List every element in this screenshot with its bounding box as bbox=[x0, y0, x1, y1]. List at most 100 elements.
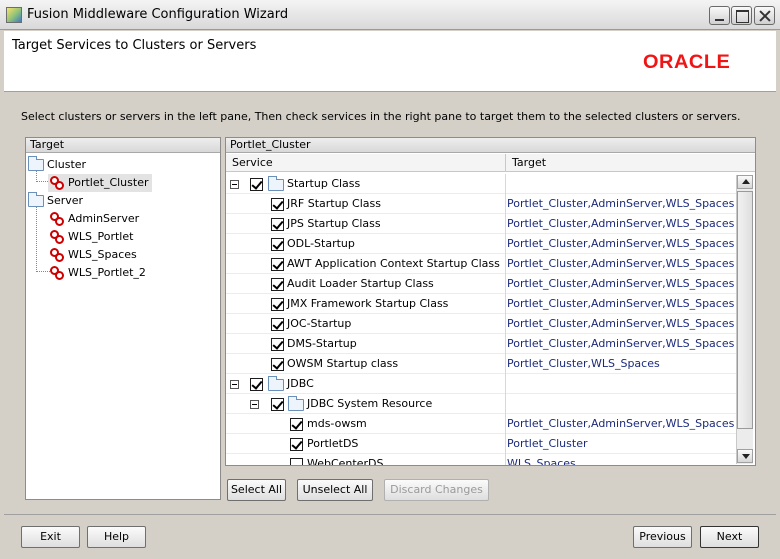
service-name: Audit Loader Startup Class bbox=[287, 277, 434, 290]
footer-divider bbox=[4, 514, 776, 515]
row-checkbox[interactable] bbox=[290, 438, 303, 451]
tree-node-wls-portlet-2[interactable]: WLS_Portlet_2 bbox=[48, 264, 198, 282]
tree-node-label: WLS_Spaces bbox=[68, 248, 137, 261]
column-header-target[interactable]: Target bbox=[506, 154, 737, 172]
oracle-logo: ORACLE bbox=[643, 52, 731, 73]
collapse-icon[interactable] bbox=[250, 400, 259, 409]
service-target: WLS_Spaces bbox=[507, 457, 576, 465]
service-target: Portlet_Cluster,AdminServer,WLS_Spaces bbox=[507, 417, 735, 430]
service-name: JMX Framework Startup Class bbox=[287, 297, 449, 310]
select-all-button[interactable]: Select All bbox=[227, 479, 286, 501]
exit-button[interactable]: Exit bbox=[21, 526, 80, 548]
table-row: JPS Startup Class Portlet_Cluster,AdminS… bbox=[226, 214, 737, 234]
service-name: WebCenterDS bbox=[307, 457, 384, 465]
service-target: Portlet_Cluster,AdminServer,WLS_Spaces bbox=[507, 197, 735, 210]
tree-node-server[interactable]: Server bbox=[28, 192, 218, 210]
service-target: Portlet_Cluster,AdminServer,WLS_Spaces bbox=[507, 337, 735, 350]
folder-icon bbox=[28, 156, 44, 171]
row-checkbox[interactable] bbox=[271, 398, 284, 411]
window-title: Fusion Middleware Configuration Wizard bbox=[27, 7, 289, 22]
tree-node-portlet-cluster[interactable]: Portlet_Cluster bbox=[48, 174, 152, 192]
scroll-down-icon[interactable] bbox=[737, 449, 753, 463]
service-name: JPS Startup Class bbox=[287, 217, 381, 230]
tree-node-label: Portlet_Cluster bbox=[68, 176, 149, 189]
server-icon bbox=[50, 266, 65, 281]
tree-node-label: WLS_Portlet bbox=[68, 230, 134, 243]
table-row: JOC-Startup Portlet_Cluster,AdminServer,… bbox=[226, 314, 737, 334]
tree-node-label: WLS_Portlet_2 bbox=[68, 266, 146, 279]
table-row: JMX Framework Startup Class Portlet_Clus… bbox=[226, 294, 737, 314]
service-name: PortletDS bbox=[307, 437, 359, 450]
tree-node-adminserver[interactable]: AdminServer bbox=[48, 210, 198, 228]
collapse-icon[interactable] bbox=[230, 180, 239, 189]
service-target: Portlet_Cluster,AdminServer,WLS_Spaces bbox=[507, 237, 735, 250]
unselect-all-button[interactable]: Unselect All bbox=[297, 479, 373, 501]
service-target: Portlet_Cluster,AdminServer,WLS_Spaces bbox=[507, 297, 735, 310]
row-checkbox[interactable] bbox=[250, 378, 263, 391]
services-table-panel: Portlet_Cluster Service Target Startup C… bbox=[225, 137, 756, 466]
discard-changes-button[interactable]: Discard Changes bbox=[384, 479, 489, 501]
row-checkbox[interactable] bbox=[271, 298, 284, 311]
help-button[interactable]: Help bbox=[87, 526, 146, 548]
tree-node-cluster[interactable]: Cluster bbox=[28, 156, 218, 174]
service-name: ODL-Startup bbox=[287, 237, 355, 250]
title-bar: Fusion Middleware Configuration Wizard bbox=[0, 0, 780, 30]
maximize-button[interactable] bbox=[731, 6, 752, 25]
service-name: JDBC bbox=[287, 377, 314, 390]
app-icon bbox=[6, 7, 22, 23]
minimize-button[interactable] bbox=[709, 6, 730, 25]
target-panel-header: Target bbox=[26, 138, 220, 153]
collapse-icon[interactable] bbox=[230, 380, 239, 389]
target-tree-panel: Target Cluster Portlet_Cluster Server Ad… bbox=[25, 137, 221, 500]
service-name: AWT Application Context Startup Class bbox=[287, 257, 500, 270]
next-button[interactable]: Next bbox=[700, 526, 759, 548]
table-row: JDBC bbox=[226, 374, 737, 394]
instruction-text: Select clusters or servers in the left p… bbox=[21, 110, 741, 123]
services-table-body: Startup Class JRF Startup Class Portlet_… bbox=[226, 174, 737, 465]
folder-icon bbox=[28, 192, 44, 207]
table-row: JDBC System Resource bbox=[226, 394, 737, 414]
table-row: Audit Loader Startup Class Portlet_Clust… bbox=[226, 274, 737, 294]
row-checkbox[interactable] bbox=[271, 358, 284, 371]
row-checkbox[interactable] bbox=[271, 318, 284, 331]
close-button[interactable] bbox=[754, 6, 775, 25]
row-checkbox[interactable] bbox=[271, 218, 284, 231]
tree-node-label: Server bbox=[47, 194, 84, 207]
service-target: Portlet_Cluster,AdminServer,WLS_Spaces bbox=[507, 217, 735, 230]
service-name: Startup Class bbox=[287, 177, 361, 190]
service-name: DMS-Startup bbox=[287, 337, 357, 350]
tree-node-wls-spaces[interactable]: WLS_Spaces bbox=[48, 246, 198, 264]
table-row: JRF Startup Class Portlet_Cluster,AdminS… bbox=[226, 194, 737, 214]
service-name: OWSM Startup class bbox=[287, 357, 399, 370]
row-checkbox[interactable] bbox=[271, 198, 284, 211]
service-target: Portlet_Cluster,WLS_Spaces bbox=[507, 357, 660, 370]
row-checkbox[interactable] bbox=[271, 238, 284, 251]
page-title: Target Services to Clusters or Servers bbox=[12, 38, 257, 53]
folder-icon bbox=[268, 176, 284, 191]
tree-node-label: AdminServer bbox=[68, 212, 140, 225]
previous-button[interactable]: Previous bbox=[633, 526, 692, 548]
table-row: mds-owsm Portlet_Cluster,AdminServer,WLS… bbox=[226, 414, 737, 434]
wizard-header: Target Services to Clusters or Servers O… bbox=[4, 31, 776, 92]
row-checkbox[interactable] bbox=[271, 338, 284, 351]
service-target: Portlet_Cluster,AdminServer,WLS_Spaces bbox=[507, 317, 735, 330]
service-target: Portlet_Cluster,AdminServer,WLS_Spaces bbox=[507, 277, 735, 290]
column-header-service[interactable]: Service bbox=[226, 154, 506, 172]
row-checkbox[interactable] bbox=[271, 278, 284, 291]
row-checkbox[interactable] bbox=[250, 178, 263, 191]
table-row: Startup Class bbox=[226, 174, 737, 194]
column-header-corner bbox=[737, 154, 755, 172]
row-checkbox[interactable] bbox=[271, 258, 284, 271]
scroll-up-icon[interactable] bbox=[737, 175, 753, 189]
table-row: WebCenterDS WLS_Spaces bbox=[226, 454, 737, 465]
table-row: OWSM Startup class Portlet_Cluster,WLS_S… bbox=[226, 354, 737, 374]
row-checkbox[interactable] bbox=[290, 458, 303, 465]
scroll-thumb[interactable] bbox=[737, 191, 753, 429]
table-row: AWT Application Context Startup Class Po… bbox=[226, 254, 737, 274]
server-icon bbox=[50, 176, 65, 191]
table-row: DMS-Startup Portlet_Cluster,AdminServer,… bbox=[226, 334, 737, 354]
row-checkbox[interactable] bbox=[290, 418, 303, 431]
tree-node-wls-portlet[interactable]: WLS_Portlet bbox=[48, 228, 198, 246]
service-name: JRF Startup Class bbox=[287, 197, 381, 210]
vertical-scrollbar[interactable] bbox=[736, 175, 753, 464]
